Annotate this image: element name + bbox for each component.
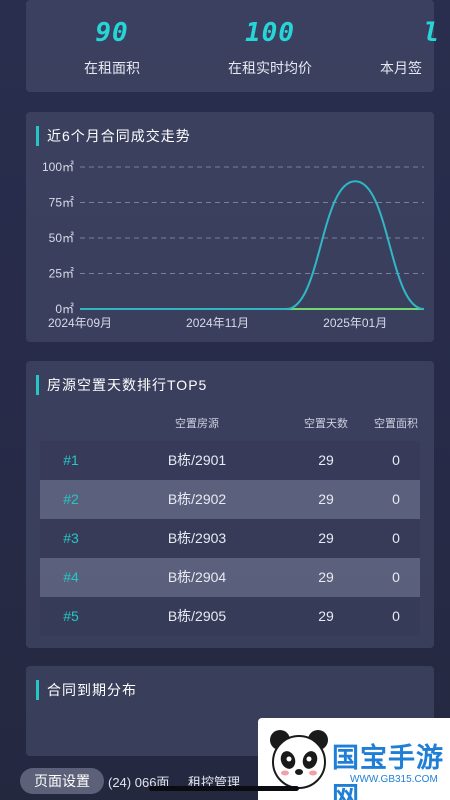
- watermark-url: WWW.GB315.COM: [350, 774, 438, 785]
- expire-title: 合同到期分布: [36, 680, 137, 700]
- stat-avg-price: 100 在租实时均价: [200, 0, 340, 78]
- top5-title: 房源空置天数排行TOP5: [36, 375, 207, 395]
- room: B栋/2903: [167, 530, 227, 546]
- days: 29: [318, 452, 334, 468]
- y-tick-label: 25㎡: [49, 267, 74, 281]
- stat-month-signed: l 本月签: [360, 0, 440, 78]
- area: 0: [392, 452, 400, 468]
- y-tick-label: 75㎡: [49, 196, 74, 210]
- table-row[interactable]: #2 B栋/2902 29 0: [40, 480, 420, 519]
- page-settings-button[interactable]: 页面设置: [20, 768, 104, 794]
- rank: #2: [63, 491, 79, 507]
- x-tick-label: 2024年09月: [48, 316, 112, 330]
- x-tick-label: 2025年01月: [323, 316, 387, 330]
- area: 0: [392, 569, 400, 585]
- rank: #4: [63, 569, 79, 585]
- watermark-text: 国宝手游网: [332, 743, 444, 800]
- stat-value: 90: [95, 18, 129, 48]
- room: B栋/2905: [167, 608, 227, 624]
- rank: #3: [63, 530, 79, 546]
- stat-value: l: [423, 18, 440, 48]
- trend-chart: 100㎡ 75㎡ 50㎡ 25㎡ 0㎡2024年09月 2024年11月 2025年01月: [42, 160, 425, 330]
- rank: #5: [63, 608, 79, 624]
- rank: #1: [63, 452, 79, 468]
- table-row[interactable]: #1 B栋/2901 29 0: [40, 441, 420, 480]
- room: B栋/2902: [167, 491, 227, 507]
- area: 0: [392, 491, 400, 507]
- trend-chart-card: 近6个月合同成交走势 100㎡ 75㎡ 50㎡ 25㎡ 0㎡ 2024年09月 2024年1…: [26, 112, 434, 342]
- x-tick-label: 2024年11月: [186, 316, 249, 330]
- stat-value: 100: [245, 18, 295, 48]
- home-indicator: [149, 786, 299, 791]
- table-row[interactable]: #4 B栋/2904 29 0: [40, 558, 420, 597]
- header-area: 空置面积: [374, 418, 418, 430]
- y-tick-label: 100㎡: [42, 160, 74, 174]
- days: 29: [318, 569, 334, 585]
- stats-card: 90 在租面积 100 在租实时均价 l 本月签: [26, 0, 439, 92]
- table-row[interactable]: #3 B栋/2903 29 0: [40, 519, 420, 558]
- days: 29: [318, 530, 334, 546]
- room: B栋/2901: [167, 452, 227, 468]
- days: 29: [318, 491, 334, 507]
- area: 0: [392, 530, 400, 546]
- series-line-contracts: [80, 180, 425, 310]
- table-row[interactable]: #5 B栋/2905 29 0: [40, 597, 420, 636]
- panda-logo-icon: [270, 730, 328, 789]
- stat-label: 在租面积: [84, 60, 140, 76]
- days: 29: [318, 608, 334, 624]
- stat-label: 本月签: [380, 60, 422, 76]
- area: 0: [392, 608, 400, 624]
- table-header: 空置房源 空置天数 空置面积: [26, 415, 434, 433]
- vacancy-top5-card: 房源空置天数排行TOP5 空置房源 空置天数 空置面积 #1 B栋/2901 2…: [26, 361, 434, 648]
- header-room: 空置房源: [175, 418, 219, 430]
- header-days: 空置天数: [304, 418, 348, 430]
- stat-label: 在租实时均价: [228, 60, 312, 76]
- y-tick-label: 50㎡: [49, 231, 74, 245]
- room: B栋/2904: [167, 569, 227, 585]
- y-tick-label: 0㎡: [55, 302, 74, 316]
- stat-rented-area: 90 在租面积: [42, 0, 182, 78]
